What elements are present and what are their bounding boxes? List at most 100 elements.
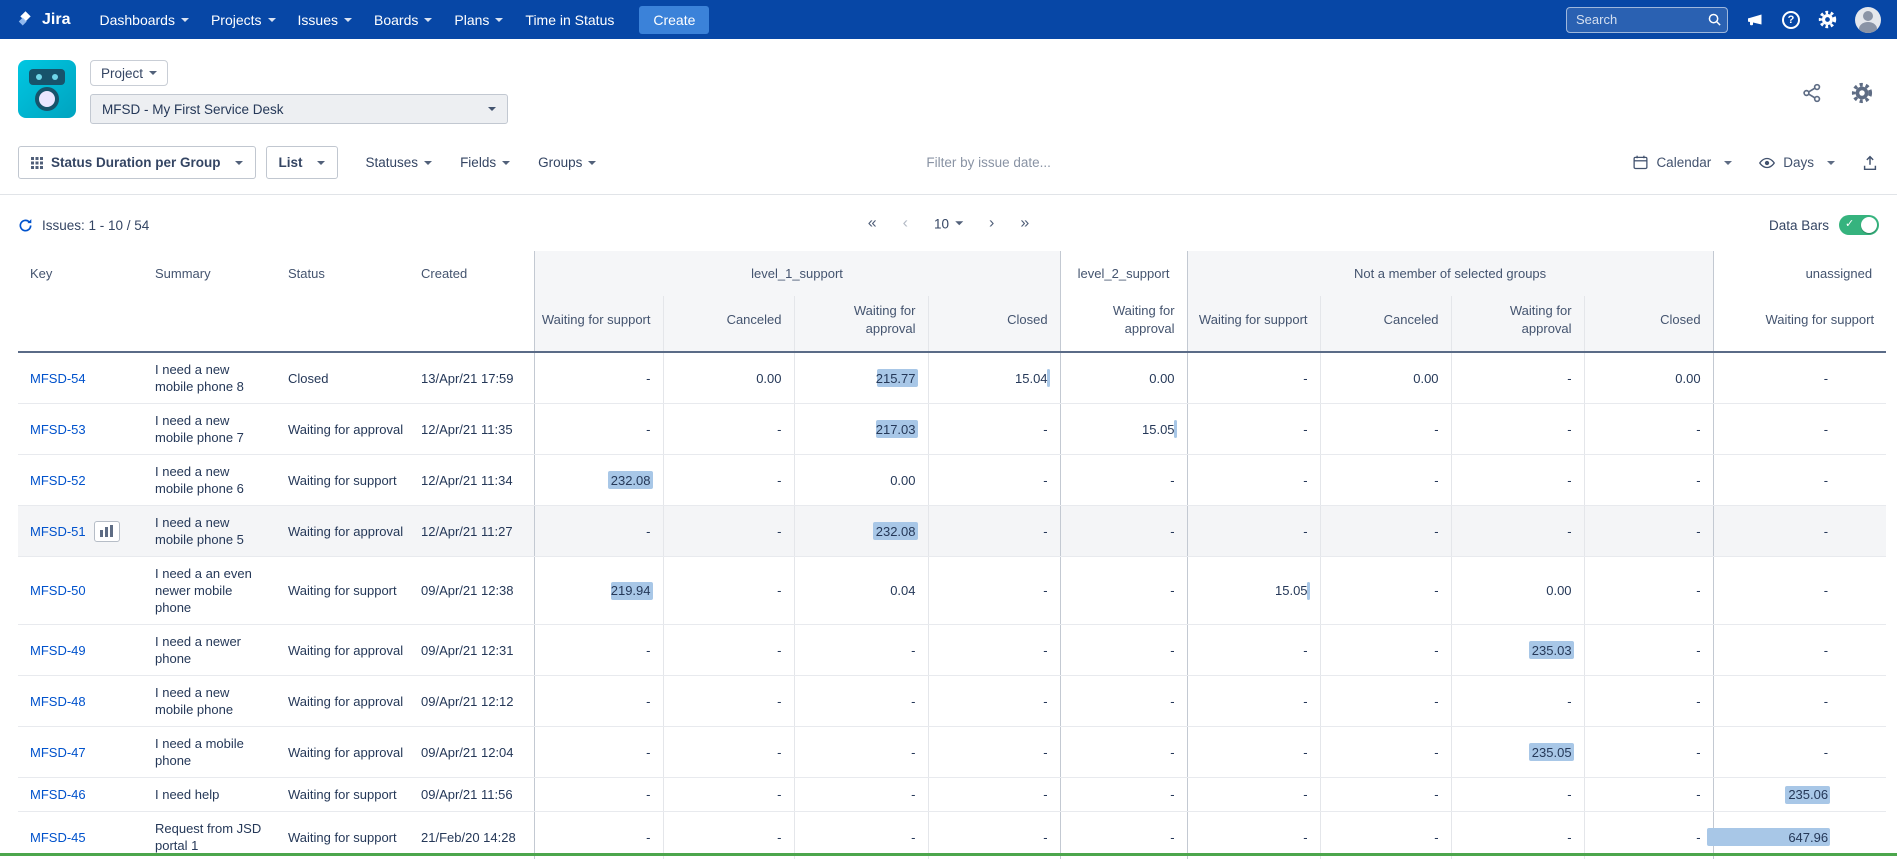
duration-cell: -	[1187, 404, 1320, 455]
duration-cell: -	[928, 727, 1060, 778]
project-header: Project MFSD - My First Service Desk	[0, 39, 1897, 136]
duration-cell: -	[1060, 455, 1187, 506]
nav-item-boards[interactable]: Boards	[363, 0, 443, 39]
nav-item-projects[interactable]: Projects	[200, 0, 287, 39]
duration-cell: -	[1060, 557, 1187, 625]
project-select[interactable]: MFSD - My First Service Desk	[90, 94, 508, 124]
duration-cell: 647.96	[1713, 812, 1886, 859]
duration-cell: -	[1451, 778, 1584, 812]
table-row: MFSD-46I need helpWaiting for support09/…	[18, 778, 1886, 812]
duration-cell: -	[663, 506, 794, 557]
duration-cell: -	[1451, 352, 1584, 404]
statuses-dropdown[interactable]: Statuses	[366, 155, 433, 170]
next-page-button[interactable]: ›	[989, 215, 994, 231]
calendar-button[interactable]: Calendar	[1632, 154, 1732, 171]
column-header-summary: Summary	[143, 251, 276, 352]
duration-cell: -	[534, 352, 663, 404]
project-select-value: MFSD - My First Service Desk	[102, 102, 284, 117]
issue-created: 12/Apr/21 11:27	[409, 506, 534, 557]
duration-cell: -	[1060, 727, 1187, 778]
duration-cell: -	[534, 812, 663, 859]
export-button[interactable]	[1861, 154, 1879, 172]
issues-count: Issues: 1 - 10 / 54	[18, 218, 149, 233]
issue-date-filter-input[interactable]	[926, 155, 1326, 170]
nav-item-plans[interactable]: Plans	[443, 0, 514, 39]
duration-cell: -	[663, 812, 794, 859]
issue-status: Waiting for approval	[276, 506, 409, 557]
view-mode-button[interactable]: List	[266, 146, 338, 179]
duration-cell: -	[1187, 506, 1320, 557]
issue-summary: Request from JSD portal 1	[143, 812, 276, 859]
unit-label: Days	[1783, 155, 1814, 170]
issue-created: 09/Apr/21 12:38	[409, 557, 534, 625]
issue-status: Waiting for support	[276, 812, 409, 859]
eye-icon	[1758, 154, 1776, 172]
duration-cell: -	[1584, 455, 1713, 506]
duration-cell: -	[1060, 778, 1187, 812]
chevron-down-icon	[955, 221, 963, 225]
jira-logo[interactable]: Jira	[16, 10, 70, 29]
duration-cell: -	[663, 404, 794, 455]
groups-dropdown[interactable]: Groups	[538, 155, 596, 170]
issue-key-link[interactable]: MFSD-51	[30, 524, 86, 539]
chevron-down-icon	[149, 71, 157, 75]
issue-key-link[interactable]: MFSD-50	[30, 583, 86, 598]
settings-gear-icon[interactable]	[1851, 82, 1873, 109]
first-page-button[interactable]: «	[868, 215, 877, 231]
help-icon[interactable]	[1782, 11, 1800, 29]
duration-cell: -	[1713, 506, 1886, 557]
issue-summary: I need a new mobile phone	[143, 676, 276, 727]
create-button[interactable]: Create	[639, 6, 709, 34]
fields-dropdown[interactable]: Fields	[460, 155, 510, 170]
issue-key-cell: MFSD-52	[18, 455, 143, 506]
nav-item-dashboards[interactable]: Dashboards	[88, 0, 200, 39]
megaphone-icon[interactable]	[1746, 11, 1764, 29]
project-type-label: Project	[101, 66, 143, 81]
chevron-down-icon	[317, 161, 325, 165]
duration-cell: -	[1713, 625, 1886, 676]
search-input[interactable]	[1566, 7, 1728, 33]
issue-key-link[interactable]: MFSD-47	[30, 745, 86, 760]
duration-cell: -	[1187, 676, 1320, 727]
issue-key-cell: MFSD-45	[18, 812, 143, 859]
last-page-button[interactable]: »	[1020, 215, 1029, 231]
refresh-icon[interactable]	[18, 218, 33, 233]
duration-cell: -	[928, 625, 1060, 676]
duration-cell: -	[1187, 352, 1320, 404]
column-header-key: Key	[18, 251, 143, 352]
table-row: MFSD-51I need a new mobile phone 5Waitin…	[18, 506, 1886, 557]
duration-cell: -	[1320, 625, 1451, 676]
duration-cell: -	[1320, 506, 1451, 557]
report-type-button[interactable]: Status Duration per Group	[18, 146, 256, 179]
nav-item-time-in-status[interactable]: Time in Status	[514, 0, 625, 39]
nav-item-issues[interactable]: Issues	[287, 0, 363, 39]
global-search	[1566, 7, 1728, 33]
unit-button[interactable]: Days	[1758, 154, 1835, 172]
issue-key-link[interactable]: MFSD-54	[30, 371, 86, 386]
column-header-closed: Closed	[1584, 296, 1713, 352]
chevron-down-icon	[268, 18, 276, 22]
duration-cell: -	[1320, 455, 1451, 506]
page-size-select[interactable]: 10	[934, 216, 963, 231]
issue-key-link[interactable]: MFSD-49	[30, 643, 86, 658]
project-type-dropdown[interactable]: Project	[90, 60, 168, 86]
chart-icon-button[interactable]	[94, 521, 120, 542]
gear-icon[interactable]	[1818, 10, 1837, 29]
issue-key-link[interactable]: MFSD-53	[30, 422, 86, 437]
column-header-waiting-for-support: Waiting for support	[534, 296, 663, 352]
issue-key-link[interactable]: MFSD-52	[30, 473, 86, 488]
issue-key-cell: MFSD-49	[18, 625, 143, 676]
duration-cell: 15.05	[1187, 557, 1320, 625]
prev-page-button[interactable]: ‹	[903, 215, 908, 231]
duration-cell: -	[534, 676, 663, 727]
issue-key-link[interactable]: MFSD-46	[30, 787, 86, 802]
duration-cell: -	[1713, 676, 1886, 727]
user-avatar[interactable]	[1855, 7, 1881, 33]
duration-cell: -	[534, 506, 663, 557]
share-icon[interactable]	[1801, 82, 1823, 109]
issue-key-link[interactable]: MFSD-48	[30, 694, 86, 709]
data-bars-toggle[interactable]	[1839, 215, 1879, 235]
pager: « ‹ 10 › »	[868, 215, 1030, 231]
nav-item-label: Dashboards	[99, 12, 175, 28]
issue-key-link[interactable]: MFSD-45	[30, 830, 86, 845]
